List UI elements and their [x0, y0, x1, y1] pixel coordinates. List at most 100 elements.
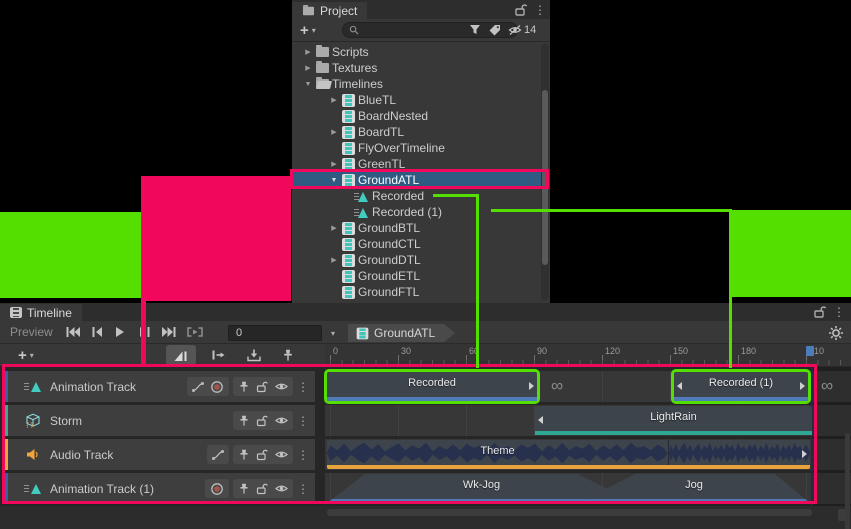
timeline-asset-icon — [342, 126, 355, 139]
window-menu-icon[interactable]: ⋮ — [833, 306, 845, 318]
track-header-audio-track[interactable]: Audio Track ⋮ — [4, 439, 315, 470]
tree-item-groundbtl[interactable]: ▶GroundBTL — [292, 220, 541, 236]
tree-item-groundetl[interactable]: GroundETL — [292, 268, 541, 284]
lock-icon[interactable] — [256, 449, 269, 461]
preview-button[interactable]: Preview — [0, 325, 61, 339]
tree-item-flyovertimeline[interactable]: FlyOverTimeline — [292, 140, 541, 156]
tree-item-label: Recorded (1) — [372, 205, 442, 219]
mix-mode-button[interactable] — [166, 345, 196, 365]
expand-arrow-icon[interactable]: ▶ — [329, 256, 339, 264]
track-menu-icon[interactable]: ⋮ — [297, 449, 309, 461]
timeline-end-marker[interactable] — [806, 346, 814, 356]
animation-track-icon — [24, 381, 42, 392]
clip-left-edge-icon[interactable] — [538, 416, 543, 424]
infinite-clip-icon: ∞ — [544, 373, 570, 400]
clip-right-edge-icon[interactable] — [802, 450, 807, 458]
track-menu-icon[interactable]: ⋮ — [297, 415, 309, 427]
track-menu-icon[interactable]: ⋮ — [297, 381, 309, 393]
collapse-arrow-icon[interactable]: ▼ — [303, 81, 313, 88]
lock-icon[interactable] — [256, 483, 269, 495]
timeline-ruler[interactable]: 0 30 60 90 120 150 180 210 — [325, 344, 851, 367]
clip-recorded-1[interactable]: Recorded (1) — [674, 372, 808, 401]
replace-mode-button[interactable] — [239, 345, 269, 365]
timeline-titlebar: Timeline ⋮ — [0, 303, 851, 321]
lock-icon[interactable] — [256, 381, 269, 393]
eye-icon[interactable] — [275, 415, 288, 426]
timeline-tab-label: Timeline — [27, 306, 72, 320]
pin-icon[interactable] — [238, 483, 250, 495]
tree-item-recorded-1[interactable]: Recorded (1) — [292, 204, 541, 220]
unlock-icon[interactable] — [813, 305, 827, 319]
timeline-window: Timeline ⋮ Preview ▾ Grou — [0, 303, 851, 529]
clip-left-edge-icon[interactable] — [677, 382, 682, 390]
tree-item-groundftl[interactable]: GroundFTL — [292, 284, 541, 300]
clip-color-stripe — [674, 397, 808, 401]
clip-right-edge-icon[interactable] — [800, 382, 805, 390]
tab-timeline[interactable]: Timeline — [0, 304, 82, 321]
pin-icon[interactable] — [238, 449, 250, 461]
clip-label: LightRain — [535, 411, 812, 423]
open-folder-icon — [316, 79, 329, 89]
eye-icon[interactable] — [275, 449, 288, 460]
expand-arrow-icon[interactable]: ▶ — [329, 128, 339, 136]
settings-gear-icon[interactable] — [828, 325, 844, 341]
expand-arrow-icon[interactable]: ▶ — [303, 48, 313, 56]
frame-field[interactable] — [228, 325, 322, 341]
tree-item-groundctl[interactable]: GroundCTL — [292, 236, 541, 252]
tree-item-boardnested[interactable]: BoardNested — [292, 108, 541, 124]
add-track-button[interactable]: + — [0, 348, 27, 363]
tree-item-groundatl[interactable]: ▼GroundATL — [292, 172, 541, 188]
timeline-window-icon — [10, 307, 22, 318]
tree-item-boardtl[interactable]: ▶BoardTL — [292, 124, 541, 140]
collapse-arrow-icon[interactable]: ▼ — [329, 177, 339, 184]
pin-icon[interactable] — [238, 415, 250, 427]
timeline-select-caret-icon[interactable]: ▾ — [331, 329, 335, 338]
clip-theme[interactable]: Theme — [327, 440, 810, 469]
folder-icon — [316, 47, 329, 57]
tree-item-scripts[interactable]: ▶Scripts — [292, 44, 541, 60]
track-header-storm[interactable]: {} Storm ⋮ — [4, 405, 315, 436]
project-scrollbar[interactable] — [541, 44, 549, 300]
scrollbar-thumb[interactable] — [542, 90, 548, 265]
eye-icon[interactable] — [275, 483, 288, 494]
go-to-end-button[interactable] — [157, 323, 181, 341]
previous-frame-button[interactable] — [85, 323, 109, 341]
ripple-mode-button[interactable] — [203, 345, 233, 365]
tree-item-greentl[interactable]: ▶GreenTL — [292, 156, 541, 172]
tree-item-bluetl[interactable]: ▶BlueTL — [292, 92, 541, 108]
timeline-horizontal-scrollbar[interactable] — [327, 509, 812, 516]
pin-icon[interactable] — [238, 381, 250, 393]
record-button[interactable] — [210, 380, 224, 394]
clip-recorded[interactable]: Recorded — [327, 372, 537, 401]
clip-lightrain[interactable]: LightRain — [535, 406, 812, 435]
add-track-caret-icon[interactable]: ▾ — [30, 351, 34, 360]
tree-item-recorded[interactable]: Recorded — [292, 188, 541, 204]
tree-item-timelines[interactable]: ▼Timelines — [292, 76, 541, 92]
record-button[interactable] — [210, 482, 224, 496]
expand-arrow-icon[interactable]: ▶ — [329, 160, 339, 168]
expand-arrow-icon[interactable]: ▶ — [329, 96, 339, 104]
tree-item-grounddtl[interactable]: ▶GroundDTL — [292, 252, 541, 268]
play-button[interactable] — [109, 323, 133, 341]
tree-item-label: GroundFTL — [358, 285, 419, 299]
go-to-start-button[interactable] — [61, 323, 85, 341]
frame-input[interactable] — [234, 326, 316, 340]
curves-icon[interactable] — [212, 449, 224, 461]
green-block-left — [0, 212, 141, 298]
tree-item-textures[interactable]: ▶Textures — [292, 60, 541, 76]
edit-markers-pin-icon[interactable] — [276, 345, 300, 365]
expand-arrow-icon[interactable]: ▶ — [303, 64, 313, 72]
track-header-animation-track[interactable]: Animation Track ⋮ — [4, 371, 315, 402]
timeline-vertical-scrollbar[interactable] — [845, 433, 850, 529]
magenta-connector — [141, 301, 146, 364]
breadcrumb[interactable]: GroundATL — [348, 324, 455, 342]
clip-label: Recorded — [327, 377, 537, 389]
expand-arrow-icon[interactable]: ▶ — [329, 224, 339, 232]
play-range-button[interactable] — [181, 323, 209, 341]
clip-right-edge-icon[interactable] — [529, 382, 534, 390]
track-menu-icon[interactable]: ⋮ — [297, 483, 309, 495]
eye-icon[interactable] — [275, 381, 288, 392]
curves-icon[interactable] — [192, 381, 204, 393]
track-header-animation-track-1[interactable]: Animation Track (1) ⋮ — [4, 473, 315, 504]
lock-icon[interactable] — [256, 415, 269, 427]
